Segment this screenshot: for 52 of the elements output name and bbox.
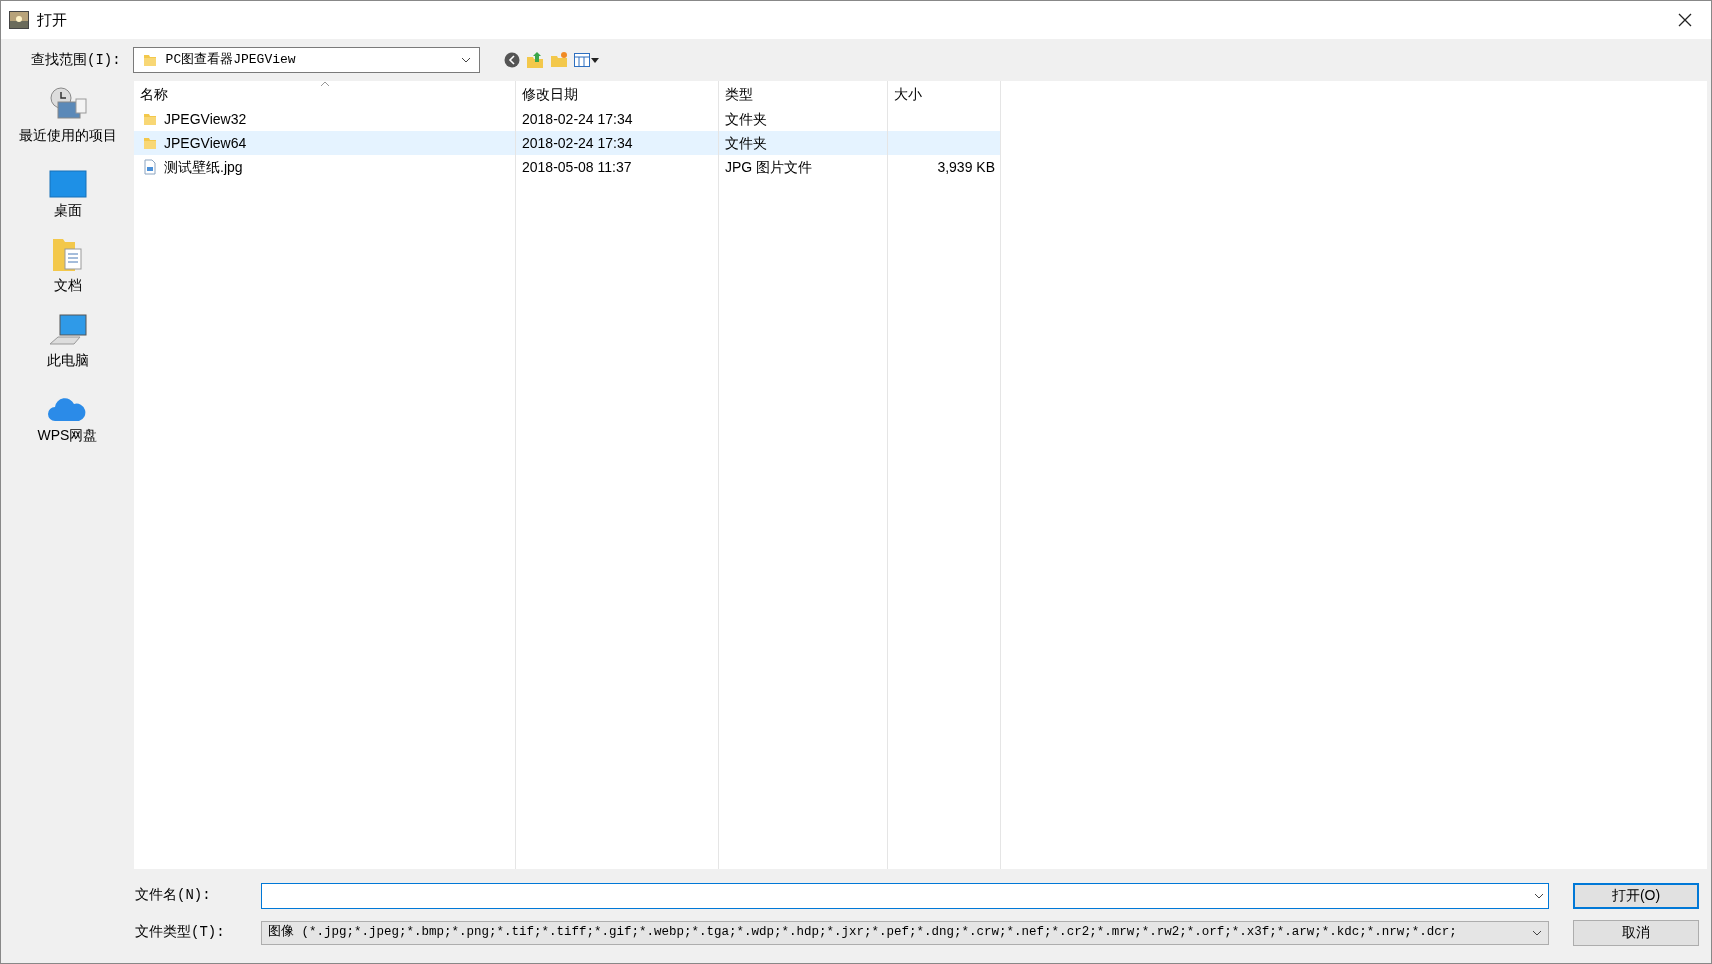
sidebar-item[interactable]: 桌面 [44, 160, 91, 221]
picture-icon [9, 11, 29, 29]
file-type-label: 文件类型(T): [135, 923, 226, 942]
computer-icon [47, 314, 88, 348]
view-menu-button[interactable] [573, 53, 599, 67]
close-icon [1678, 13, 1692, 27]
documents-folder-icon [50, 237, 85, 273]
image-file-icon [142, 159, 158, 175]
look-in-label: 查找范围(I): [31, 50, 121, 70]
open-button[interactable]: 打开(O) [1573, 882, 1699, 909]
sidebar-item[interactable]: WPS网盘 [33, 385, 102, 446]
size-cell-text: 3,939 KB [937, 157, 995, 177]
folder-icon [142, 111, 158, 127]
up-folder-icon[interactable] [525, 51, 544, 69]
cancel-button[interactable]: 取消 [1573, 919, 1699, 946]
folder-icon [141, 52, 158, 68]
file-name-cell-text: JPEGView64 [164, 133, 247, 153]
sidebar-item[interactable]: 此电脑 [42, 310, 93, 371]
file-name-label: 文件名(N): [135, 886, 212, 905]
back-icon[interactable] [503, 52, 520, 68]
chevron-down-icon [1534, 892, 1544, 899]
file-row[interactable]: JPEGView32 2018-02-24 17:34 文件夹 [134, 107, 1001, 131]
column-header[interactable]: 名称 [134, 81, 516, 107]
window-title: 打开 [37, 9, 67, 30]
type-cell: 文件夹 [725, 110, 767, 127]
sidebar-item[interactable]: 文档 [46, 235, 89, 296]
chevron-down-icon [1532, 929, 1542, 936]
chevron-down-icon [460, 57, 471, 63]
file-type-dropdown[interactable]: 图像 (*.jpg;*.jpeg;*.bmp;*.png;*.tif;*.tiff;*.gif;*.webp;*.tga;*.wdp;*.hdp;*.jxr;*.pef;*.dng;*.crw;*.nef;*.cr2;*.mrw;*.rw2;*.orf;*.x3f;*.arw;*.kdc;*.nrw;*.dcr; [261, 920, 1549, 945]
date-cell: 2018-02-24 17:34 [522, 134, 633, 151]
file-name-field[interactable] [261, 882, 1549, 909]
cloud-icon [47, 395, 88, 423]
type-cell: 文件夹 [725, 134, 767, 151]
sidebar-item[interactable]: 最近使用的项目 [14, 85, 121, 146]
column-header[interactable]: 大小 [888, 81, 1001, 107]
type-cell: JPG 图片文件 [725, 158, 813, 175]
date-cell: 2018-02-24 17:34 [522, 110, 633, 127]
caret-icon [590, 57, 599, 63]
grid-view-icon [573, 53, 590, 67]
file-row[interactable]: JPEGView64 2018-02-24 17:34 文件夹 [134, 131, 1001, 155]
column-header[interactable]: 类型 [719, 81, 888, 107]
file-name-cell-text: JPEGView32 [164, 109, 247, 129]
folder-icon [142, 135, 158, 151]
file-type-value: 图像 (*.jpg;*.jpeg;*.bmp;*.png;*.tif;*.tiff;*.gif;*.webp;*.tga;*.wdp;*.hdp;*.jxr;*.pef;*.dng;*.crw;*.nef;*.cr2;*.mrw;*.rw2;*.orf;*.x3f;*.arw;*.kdc;*.nrw;*.dcr; [268, 923, 1458, 942]
sort-caret-icon [320, 81, 330, 87]
column-header[interactable]: 修改日期 [516, 81, 719, 107]
date-cell: 2018-05-08 11:37 [522, 158, 632, 175]
look-in-dropdown[interactable]: PC图查看器JPEGView [132, 47, 480, 73]
look-in-value: PC图查看器JPEGView [165, 51, 297, 70]
file-row[interactable]: 测试壁纸.jpg 2018-05-08 11:37 JPG 图片文件 3,939 KB [134, 155, 1001, 179]
file-name-cell-text: 测试壁纸.jpg [164, 157, 243, 177]
desktop-icon [48, 170, 87, 198]
